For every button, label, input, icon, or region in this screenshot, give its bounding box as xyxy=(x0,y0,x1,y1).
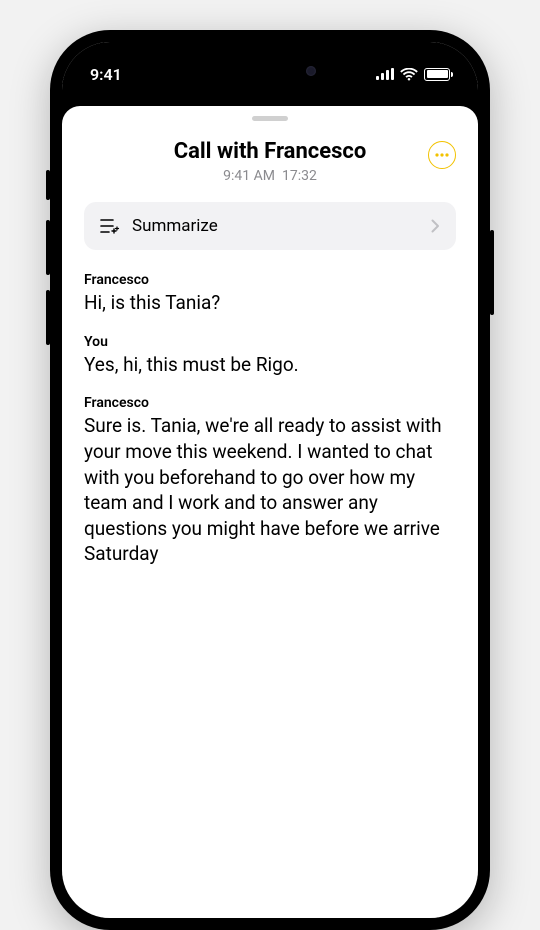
call-subtitle: 9:41 AM 17:32 xyxy=(84,168,456,184)
call-transcript-sheet: Call with Francesco 9:41 AM 17:32 xyxy=(62,106,478,918)
speaker-label: Francesco xyxy=(84,395,456,411)
call-title: Call with Francesco xyxy=(84,139,456,164)
summarize-icon xyxy=(100,218,120,234)
call-time: 9:41 AM xyxy=(223,168,275,184)
transcript-list: Francesco Hi, is this Tania? You Yes, hi… xyxy=(62,250,478,567)
dynamic-island xyxy=(210,54,330,88)
side-button-silence xyxy=(46,170,50,200)
transcript-text: Yes, hi, this must be Rigo. xyxy=(84,352,456,378)
phone-frame: 9:41 Call with Fran xyxy=(50,30,490,930)
side-button-volume-down xyxy=(46,290,50,345)
transcript-text: Sure is. Tania, we're all ready to assis… xyxy=(84,413,456,567)
cellular-signal-icon xyxy=(376,68,394,80)
sheet-backdrop: Call with Francesco 9:41 AM 17:32 xyxy=(62,92,478,918)
status-time: 9:41 xyxy=(90,65,122,84)
call-duration: 17:32 xyxy=(282,168,317,184)
chevron-right-icon xyxy=(431,219,440,233)
transcript-entry: Francesco Sure is. Tania, we're all read… xyxy=(84,395,456,567)
front-camera xyxy=(306,66,316,76)
summarize-button[interactable]: Summarize xyxy=(84,202,456,250)
summarize-label: Summarize xyxy=(132,216,419,236)
speaker-label: Francesco xyxy=(84,272,456,288)
side-button-power xyxy=(490,230,494,315)
more-button[interactable] xyxy=(428,141,456,169)
wifi-icon xyxy=(400,68,418,81)
speaker-label: You xyxy=(84,334,456,350)
side-button-volume-up xyxy=(46,220,50,275)
sheet-grabber[interactable] xyxy=(252,116,288,121)
ellipsis-icon xyxy=(435,153,449,157)
battery-icon xyxy=(424,68,450,81)
transcript-entry: You Yes, hi, this must be Rigo. xyxy=(84,334,456,378)
transcript-entry: Francesco Hi, is this Tania? xyxy=(84,272,456,316)
status-icons xyxy=(376,68,450,81)
screen: 9:41 Call with Fran xyxy=(62,42,478,918)
transcript-text: Hi, is this Tania? xyxy=(84,290,456,316)
call-header: Call with Francesco 9:41 AM 17:32 xyxy=(62,139,478,184)
